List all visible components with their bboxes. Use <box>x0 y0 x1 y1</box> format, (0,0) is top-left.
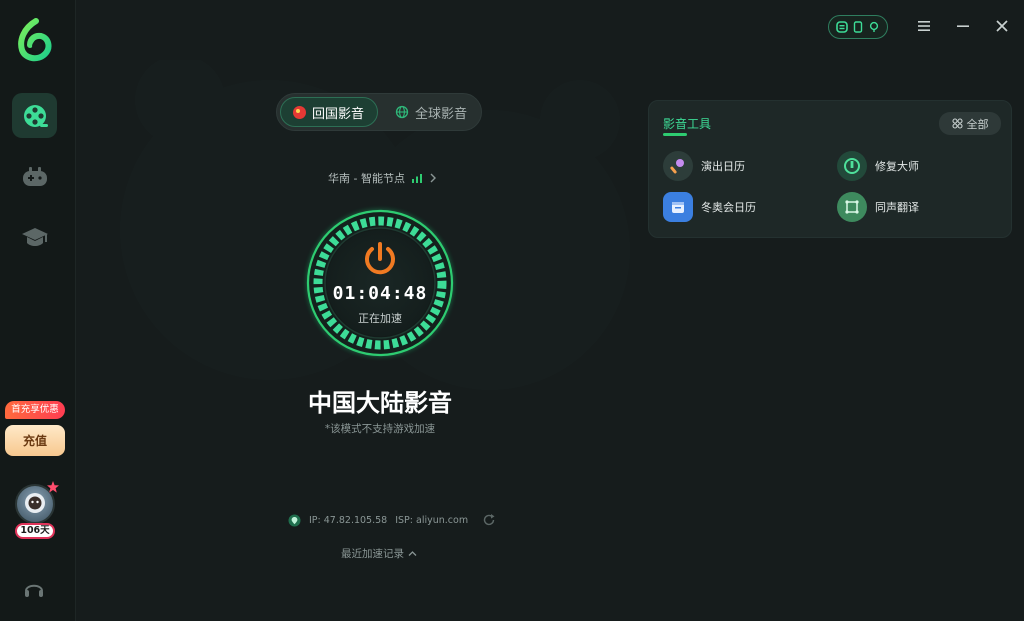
graduation-cap-icon <box>21 227 48 246</box>
tab-label: 回国影音 <box>312 106 365 122</box>
chevron-up-icon <box>408 551 417 556</box>
history-label: 最近加速记录 <box>341 548 404 560</box>
tool-label: 修复大师 <box>875 160 919 173</box>
connection-info: IP: 47.82.105.58 ISP: aliyun.com <box>288 513 496 527</box>
member-days-badge: 106天 <box>15 523 55 539</box>
node-label: 华南 - 智能节点 <box>328 172 405 185</box>
isp-name: ISP: aliyun.com <box>395 514 469 526</box>
nav-item-media[interactable] <box>12 93 57 138</box>
ip-address: IP: 47.82.105.58 <box>309 514 388 526</box>
recent-history-toggle[interactable]: 最近加速记录 <box>341 546 417 561</box>
promo-badge[interactable]: 首充享优惠 <box>5 401 65 419</box>
tab-domestic-media[interactable]: 回国影音 <box>280 97 378 127</box>
all-tools-button[interactable]: 全部 <box>939 112 1001 135</box>
signal-icon <box>411 174 422 183</box>
tools-title: 影音工具 <box>663 117 712 131</box>
tab-label: 全球影音 <box>415 106 468 122</box>
tool-concert-calendar[interactable]: 演出日历 <box>663 151 745 181</box>
gamepad-icon <box>22 166 47 186</box>
china-flag-icon <box>293 105 306 119</box>
menu-button[interactable] <box>914 16 934 36</box>
mode-toggle: 回国影音 全球影音 <box>276 93 482 131</box>
mobile-icon <box>853 21 863 33</box>
grid-icon <box>951 118 963 129</box>
all-label: 全部 <box>966 117 989 131</box>
app-logo[interactable] <box>16 18 54 62</box>
acceleration-timer: 01:04:48 <box>332 283 428 304</box>
widget-icon <box>836 21 848 33</box>
close-icon <box>996 20 1008 32</box>
media-tools-panel: 影音工具 全部 演出日历 修复大师 冬奥会日历 同声翻译 <box>648 100 1012 238</box>
sidebar: 首充享优惠 充值 106天 <box>0 0 76 621</box>
translate-icon <box>837 192 867 222</box>
app-window: 首充享优惠 充值 106天 回国影音 全球影音 华南 - 智能节点 01:04:… <box>0 0 1024 621</box>
recharge-button[interactable]: 充值 <box>5 425 65 456</box>
chevron-right-icon <box>430 173 436 183</box>
headset-icon[interactable] <box>23 579 45 599</box>
tool-label: 冬奥会日历 <box>701 201 756 214</box>
microphone-icon <box>663 151 693 181</box>
tool-olympics-calendar[interactable]: 冬奥会日历 <box>663 192 756 222</box>
acceleration-status: 正在加速 <box>358 312 402 325</box>
tool-label: 同声翻译 <box>875 201 919 214</box>
power-icon[interactable] <box>361 240 399 278</box>
compact-mode-button[interactable] <box>828 15 888 39</box>
tab-global-media[interactable]: 全球影音 <box>389 97 479 127</box>
node-selector[interactable]: 华南 - 智能节点 <box>328 170 437 186</box>
location-pin-icon <box>288 514 301 526</box>
region-title: 中国大陆影音 <box>308 389 452 417</box>
film-reel-icon <box>23 104 48 127</box>
tool-repair-master[interactable]: 修复大师 <box>837 151 919 181</box>
user-avatar[interactable]: 106天 <box>14 481 59 540</box>
location-icon <box>869 21 879 32</box>
tool-label: 演出日历 <box>701 160 745 173</box>
minimize-button[interactable] <box>953 16 973 36</box>
repair-icon <box>837 151 867 181</box>
region-note: *该模式不支持游戏加速 <box>324 423 436 435</box>
tool-simultaneous-translation[interactable]: 同声翻译 <box>837 192 919 222</box>
nav-item-games[interactable] <box>12 154 57 199</box>
star-icon <box>47 481 59 493</box>
calendar-icon <box>663 192 693 222</box>
close-button[interactable] <box>992 16 1012 36</box>
nav-item-education[interactable] <box>12 214 57 259</box>
refresh-icon[interactable] <box>482 513 496 527</box>
minimize-icon <box>957 25 969 27</box>
menu-icon <box>918 21 930 31</box>
tools-title-underline <box>663 133 687 136</box>
globe-icon <box>395 105 409 119</box>
